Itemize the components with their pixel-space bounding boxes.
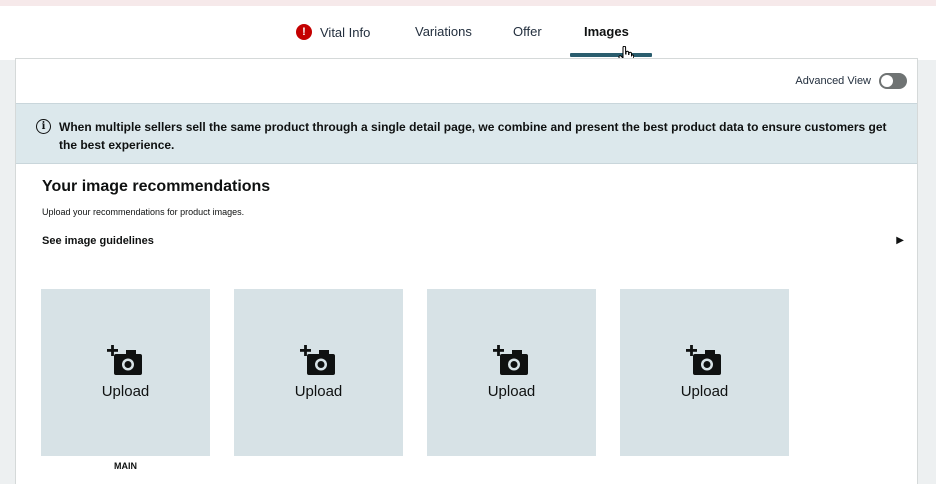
add-photo-icon [299,345,335,375]
advanced-view-control: Advanced View [795,73,907,89]
image-upload-slot[interactable]: Upload [234,289,403,456]
image-guidelines-link[interactable]: See image guidelines ▶ [42,235,904,247]
upload-label: Upload [101,383,150,400]
advanced-view-label: Advanced View [795,75,871,87]
tab-label: Offer [513,24,542,39]
upload-label: Upload [294,383,343,400]
tab-images[interactable]: Images [584,24,629,39]
add-photo-icon [492,345,528,375]
images-panel: Advanced View i When multiple sellers se… [15,58,918,484]
tab-vital-info[interactable]: ! Vital Info [296,24,370,40]
tab-offer[interactable]: Offer [513,24,542,39]
slot-label-main: MAIN [114,461,137,471]
tab-bar: ! Vital Info Variations Offer Images [0,6,936,66]
upload-label: Upload [680,383,729,400]
error-icon: ! [296,24,312,40]
section-subtitle: Upload your recommendations for product … [42,207,245,217]
expand-arrow-icon: ▶ [896,235,904,246]
info-banner-text: When multiple sellers sell the same prod… [59,120,887,152]
add-photo-icon [106,345,142,375]
section-title: Your image recommendations [42,178,271,195]
active-tab-indicator [570,53,652,57]
tab-label: Images [584,24,629,39]
info-banner: i When multiple sellers sell the same pr… [16,103,917,164]
advanced-view-toggle[interactable] [879,73,907,89]
guidelines-label: See image guidelines [42,235,154,247]
tab-label: Vital Info [320,24,371,40]
image-upload-slot[interactable]: Upload [620,289,789,456]
info-icon: i [36,119,51,134]
upload-label: Upload [487,383,536,400]
tab-variations[interactable]: Variations [415,24,472,39]
image-upload-slot[interactable]: Upload [427,289,596,456]
toggle-knob [881,75,893,87]
image-upload-slot[interactable]: Upload [41,289,210,456]
add-photo-icon [685,345,721,375]
tab-label: Variations [415,24,472,39]
